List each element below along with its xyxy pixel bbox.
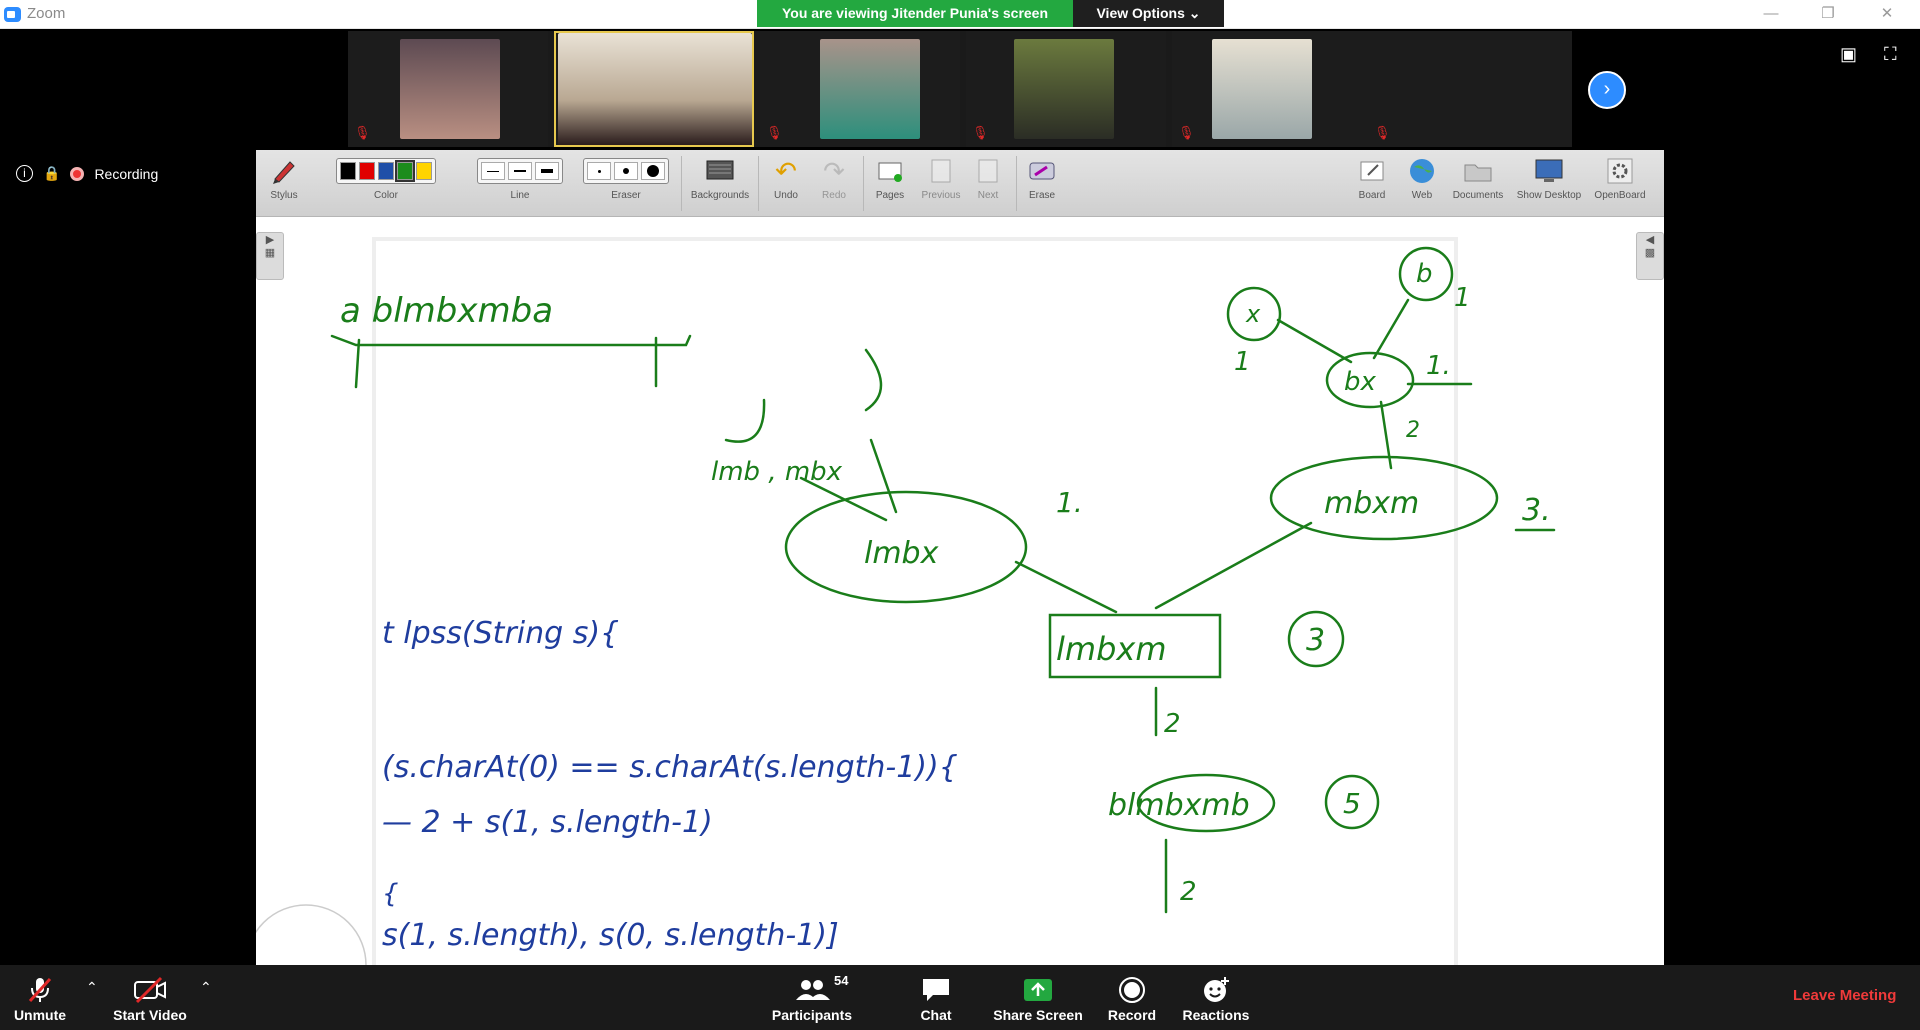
- code-line: t lpss(String s){: [382, 616, 619, 651]
- leave-meeting-button[interactable]: Leave Meeting: [1793, 987, 1896, 1004]
- unmute-button[interactable]: Unmute: [8, 973, 72, 1023]
- zoom-logo-icon: [4, 7, 21, 22]
- record-icon: [1106, 973, 1158, 1007]
- share-screen-icon: [990, 973, 1086, 1007]
- speaker-view-icon[interactable]: ▣: [1840, 44, 1857, 65]
- tree-edge: [724, 398, 766, 443]
- tree-edge: [869, 438, 898, 514]
- tree-edge: [1276, 318, 1353, 364]
- recording-label: Recording: [94, 165, 159, 182]
- node-label: mbxm: [1324, 486, 1419, 521]
- node-label: bx: [1344, 367, 1377, 397]
- share-screen-button[interactable]: Share Screen: [990, 973, 1086, 1023]
- node-value: 3.: [1522, 493, 1551, 528]
- muted-mic-icon: 🎙: [1374, 125, 1391, 140]
- smiley-icon: [1180, 973, 1252, 1007]
- reactions-button[interactable]: Reactions: [1180, 973, 1252, 1023]
- app-title: Zoom: [27, 5, 66, 22]
- muted-mic-icon: 🎙: [354, 125, 371, 140]
- participant-tile[interactable]: 🎙: [966, 31, 1166, 147]
- video-off-icon: [108, 973, 192, 1007]
- close-icon[interactable]: ✕: [1867, 3, 1907, 25]
- recording-icon: [70, 166, 85, 181]
- participant-tile[interactable]: 🎙: [760, 31, 960, 147]
- edge-label: 2: [1406, 418, 1420, 443]
- chat-button[interactable]: Chat: [906, 973, 966, 1023]
- participant-strip: 🎙 🎙 🎙 🎙 🎙: [348, 31, 1572, 147]
- viewing-banner: You are viewing Jitender Punia's screen …: [757, 0, 1224, 27]
- node-value: 1: [1234, 347, 1251, 377]
- participant-photo: [820, 39, 920, 139]
- node-value: 5: [1343, 787, 1361, 820]
- participant-tile-active[interactable]: [554, 31, 754, 147]
- participants-count: 54: [834, 973, 849, 988]
- start-video-button[interactable]: Start Video: [108, 973, 192, 1023]
- participant-photo: [558, 33, 752, 145]
- code-line: — 2 + s(1, s.length-1): [382, 805, 713, 840]
- tree-edge: [864, 348, 883, 412]
- lock-icon[interactable]: 🔒: [43, 165, 60, 182]
- participant-photo: [1212, 39, 1312, 139]
- code-line: (s.charAt(0) == s.charAt(s.length-1)){: [382, 750, 958, 785]
- info-icon[interactable]: i: [16, 165, 33, 182]
- node-label: b: [1416, 259, 1433, 289]
- code-line: s(1, s.length), s(0, s.length-1)]: [382, 918, 839, 953]
- audio-options-caret-icon[interactable]: ⌃: [86, 979, 98, 996]
- edge-label: 2: [1164, 709, 1181, 739]
- view-options-button[interactable]: View Options ⌄: [1073, 0, 1224, 27]
- node-value: 1: [1454, 283, 1471, 313]
- node-label: lmbx: [864, 536, 939, 571]
- tree-edge: [1014, 560, 1118, 614]
- meeting-status: i 🔒 Recording: [16, 165, 158, 182]
- participant-tile[interactable]: 🎙: [1172, 31, 1372, 147]
- viewing-banner-text: You are viewing Jitender Punia's screen: [757, 0, 1073, 27]
- edge-label: 2: [1180, 877, 1197, 907]
- node-label: lmbxm: [1056, 630, 1166, 668]
- node-value: 1.: [1426, 351, 1451, 381]
- minimize-icon[interactable]: —: [1751, 3, 1791, 25]
- shared-screen: Stylus Color Line Eraser Backgrounds ↶ U…: [256, 150, 1664, 965]
- participant-photo: [400, 39, 500, 139]
- top-string-text: a blmbxmba: [340, 291, 553, 331]
- video-options-caret-icon[interactable]: ⌃: [200, 979, 212, 996]
- node-value: 1.: [1056, 486, 1083, 519]
- tree-edge: [1154, 521, 1313, 610]
- chat-icon: [906, 973, 966, 1007]
- node-value: 3: [1306, 623, 1325, 658]
- muted-mic-icon: 🎙: [1178, 125, 1195, 140]
- participant-photo: [1014, 39, 1114, 139]
- whiteboard-drawing: a blmbxmba lmbx 1. mbxm 3. bx 1. x 1 b 1…: [256, 246, 1556, 965]
- meeting-controls: Unmute ⌃ Start Video ⌃ Participants 54 C…: [0, 965, 1920, 1030]
- restore-icon[interactable]: ❐: [1808, 3, 1848, 25]
- muted-mic-icon: [8, 973, 72, 1007]
- muted-mic-icon: 🎙: [972, 125, 989, 140]
- fullscreen-icon[interactable]: ⛶: [1884, 44, 1897, 65]
- bracket-line: [330, 334, 692, 347]
- participant-tile[interactable]: 🎙: [348, 31, 548, 147]
- node-label: x: [1245, 300, 1261, 328]
- next-page-button[interactable]: ›: [1588, 71, 1626, 109]
- participant-tile[interactable]: 🎙: [1368, 31, 1572, 147]
- muted-mic-icon: 🎙: [766, 125, 783, 140]
- node-label: blmbxmb: [1108, 788, 1250, 823]
- record-button[interactable]: Record: [1106, 973, 1158, 1023]
- cursor-circle: [256, 904, 367, 965]
- node-label: lmb , mbx: [711, 457, 843, 487]
- tree-edge: [1372, 298, 1410, 360]
- code-line: {: [382, 879, 399, 909]
- bracket-tick: [354, 338, 361, 389]
